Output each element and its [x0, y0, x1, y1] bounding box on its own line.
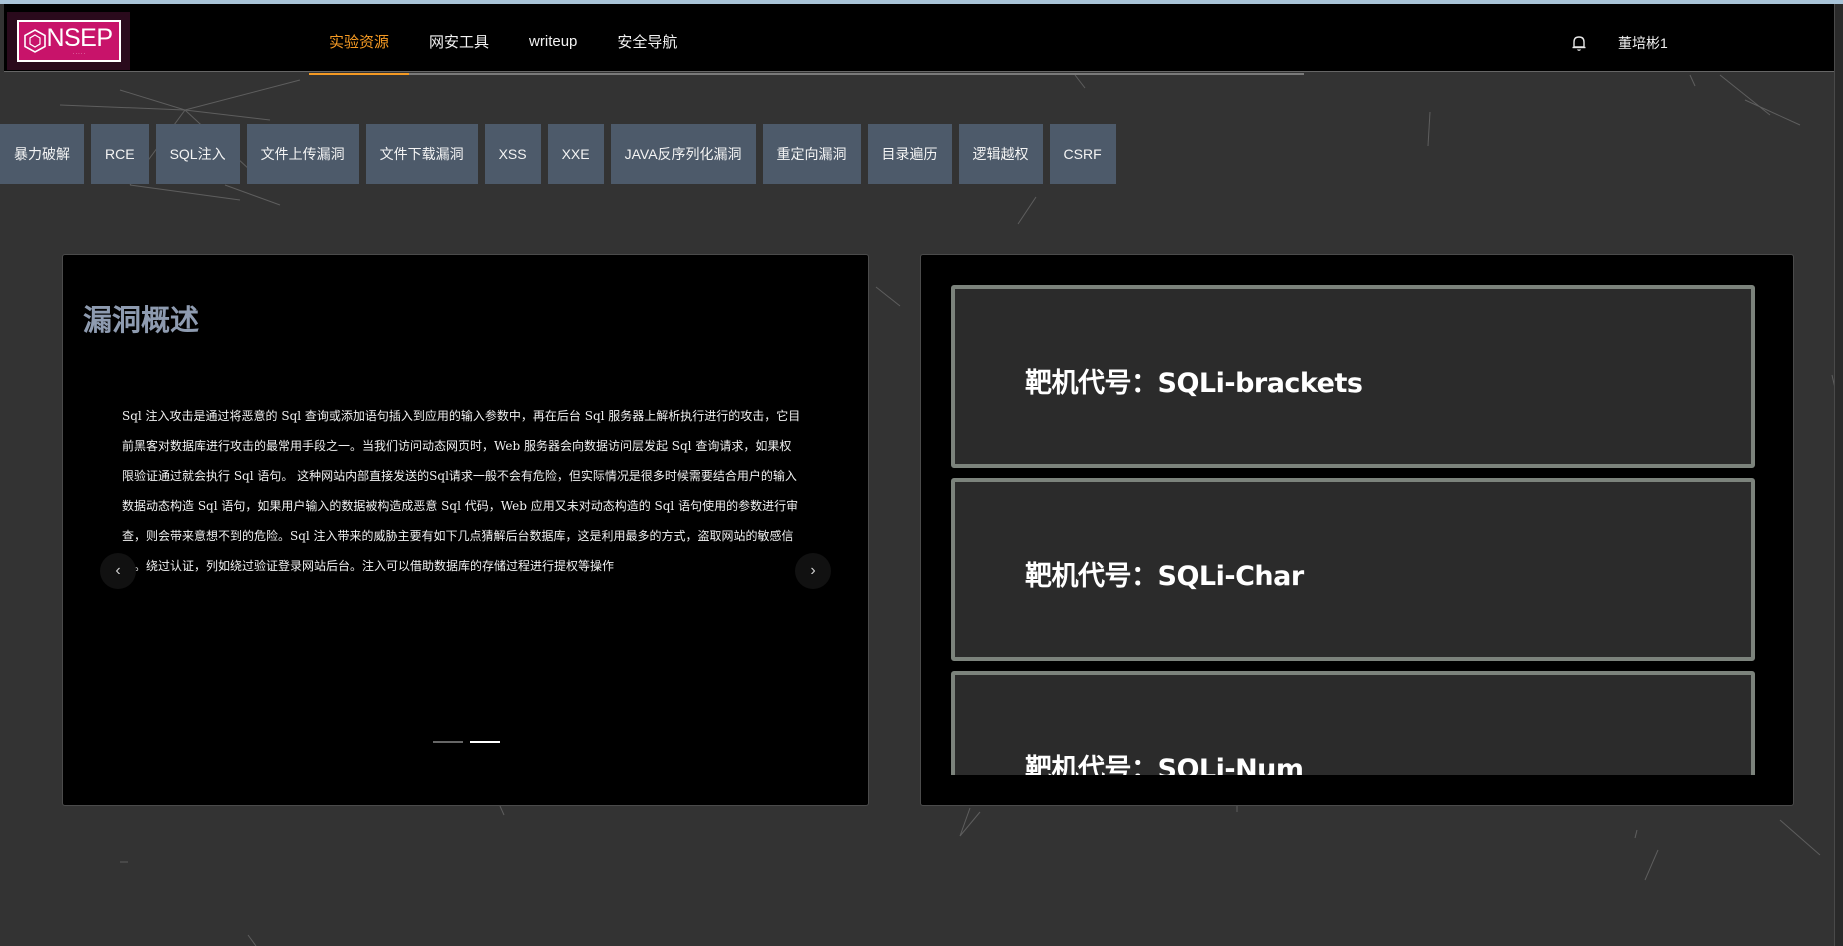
- overview-text: Sql 注入攻击是通过将恶意的 Sql 查询或添加语句插入到应用的输入参数中，再…: [122, 409, 801, 573]
- target-card[interactable]: 靶机代号：SQLi-Char: [951, 478, 1755, 661]
- target-label: 靶机代号：SQLi-Num: [1025, 754, 1304, 775]
- logo-subtitle-mark: ·····: [72, 51, 87, 57]
- target-list: 靶机代号：SQLi-brackets 靶机代号：SQLi-Char 靶机代号：S…: [951, 285, 1755, 775]
- tab-xxe[interactable]: XXE: [547, 124, 604, 184]
- nav-item-security-tools[interactable]: 网安工具: [409, 8, 509, 75]
- tab-rce[interactable]: RCE: [91, 124, 149, 184]
- tab-redirect[interactable]: 重定向漏洞: [762, 124, 861, 184]
- tab-file-download[interactable]: 文件下载漏洞: [365, 124, 478, 184]
- target-machines-panel: 靶机代号：SQLi-brackets 靶机代号：SQLi-Char 靶机代号：S…: [920, 254, 1794, 806]
- panel-title: 漏洞概述: [83, 303, 200, 337]
- carousel-indicator[interactable]: [433, 741, 463, 743]
- target-card[interactable]: 靶机代号：SQLi-Num: [951, 671, 1755, 775]
- logo-badge: NSEP ·····: [16, 20, 121, 62]
- carousel-next-button[interactable]: ›: [795, 553, 831, 589]
- header-divider: [4, 71, 1834, 72]
- logo-text: NSEP: [46, 24, 113, 52]
- chevron-right-icon: ›: [810, 562, 816, 579]
- tab-sql-injection[interactable]: SQL注入: [155, 124, 240, 184]
- main-nav: 实验资源 网安工具 writeup 安全导航: [309, 8, 697, 75]
- chevron-left-icon: ‹: [115, 562, 121, 579]
- nav-item-writeup[interactable]: writeup: [509, 8, 597, 75]
- scrollbar-track[interactable]: [1834, 4, 1843, 946]
- top-header: NSEP ····· 实验资源 网安工具 writeup 安全导航 董培彬1: [4, 4, 1834, 75]
- logo-hexagon-icon: [23, 29, 47, 53]
- username[interactable]: 董培彬1: [1618, 33, 1668, 53]
- tab-xss[interactable]: XSS: [484, 124, 541, 184]
- target-card[interactable]: 靶机代号：SQLi-brackets: [951, 285, 1755, 468]
- tab-logic-privilege[interactable]: 逻辑越权: [958, 124, 1043, 184]
- tab-brute-force[interactable]: 暴力破解: [0, 124, 84, 184]
- nav-item-lab-resources[interactable]: 实验资源: [309, 8, 410, 75]
- tab-java-deserialization[interactable]: JAVA反序列化漏洞: [610, 124, 756, 184]
- logo[interactable]: NSEP ·····: [7, 12, 130, 70]
- vulnerability-overview-panel: 漏洞概述 Sql 注入攻击是通过将恶意的 Sql 查询或添加语句插入到应用的输入…: [62, 254, 869, 806]
- nav-item-security-navigation[interactable]: 安全导航: [597, 8, 697, 75]
- tab-csrf[interactable]: CSRF: [1049, 124, 1116, 184]
- category-tabs: 暴力破解 RCE SQL注入 文件上传漏洞 文件下载漏洞 XSS XXE JAV…: [0, 124, 1123, 184]
- tab-file-upload[interactable]: 文件上传漏洞: [246, 124, 359, 184]
- target-label: 靶机代号：SQLi-brackets: [1025, 368, 1363, 399]
- carousel-prev-button[interactable]: ‹: [100, 553, 136, 589]
- bell-icon[interactable]: [1571, 34, 1587, 52]
- carousel-indicator-active[interactable]: [470, 741, 500, 743]
- tab-directory-traversal[interactable]: 目录遍历: [867, 124, 952, 184]
- target-label: 靶机代号：SQLi-Char: [1025, 561, 1304, 592]
